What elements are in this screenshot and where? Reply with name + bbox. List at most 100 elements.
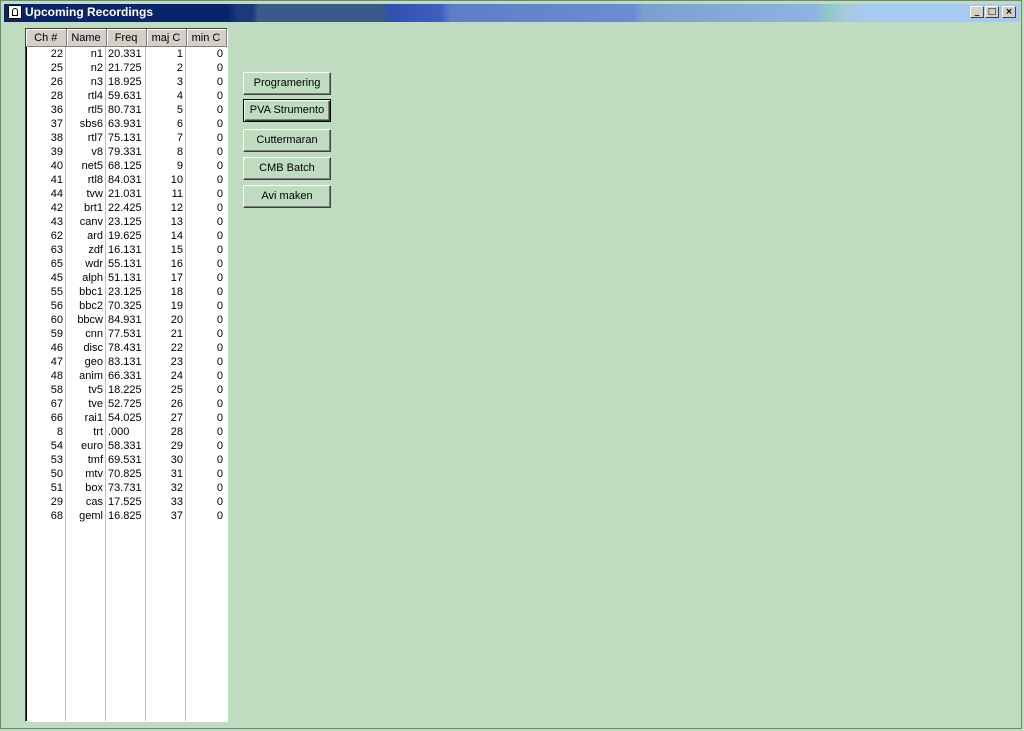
cell-name: sbs6 <box>79 118 103 130</box>
cell-name: canv <box>79 216 103 228</box>
table-row[interactable]: 67 tve 52.725 26 0 <box>26 397 226 411</box>
table-row[interactable]: 46 disc 78.431 22 0 <box>26 341 226 355</box>
cell-name: tvw <box>86 188 104 200</box>
table-row[interactable]: 8 trt .000 28 0 <box>26 425 226 439</box>
maximize-button[interactable]: □ <box>985 6 999 18</box>
title-bar[interactable]: Upcoming Recordings _ □ × <box>4 4 1020 22</box>
cell-ch: 58 <box>50 384 63 396</box>
table-row[interactable]: 58 tv5 18.225 25 0 <box>26 383 226 397</box>
cell-maj-c: 2 <box>176 62 183 74</box>
column-header-freq[interactable]: Freq <box>106 29 147 47</box>
table-row[interactable]: 54 euro 58.331 29 0 <box>26 439 226 453</box>
table-row[interactable]: 38 rtl7 75.131 7 0 <box>26 131 226 145</box>
cmb-batch-button[interactable]: CMB Batch <box>243 157 331 180</box>
cell-ch: 37 <box>50 118 63 130</box>
cell-freq: 63.931 <box>108 118 142 130</box>
close-button[interactable]: × <box>1002 6 1016 18</box>
cell-ch: 66 <box>50 412 63 424</box>
cell-name: bbc2 <box>79 300 103 312</box>
cell-freq: 23.125 <box>108 216 142 228</box>
table-row[interactable]: 44 tvw 21.031 11 0 <box>26 187 226 201</box>
cell-name: ard <box>87 230 103 242</box>
table-row[interactable]: 55 bbc1 23.125 18 0 <box>26 285 226 299</box>
cell-name: rtl7 <box>87 132 103 144</box>
channel-list[interactable]: Ch # Name Freq maj C min C 22 n1 20.331 1 0 2… <box>25 28 228 722</box>
table-row[interactable]: 42 brt1 22.425 12 0 <box>26 201 226 215</box>
table-row[interactable]: 48 anim 66.331 24 0 <box>26 369 226 383</box>
table-row[interactable]: 28 rtl4 59.631 4 0 <box>26 89 226 103</box>
cell-freq: 16.131 <box>108 244 142 256</box>
cell-min-c: 0 <box>216 468 223 480</box>
cell-ch: 42 <box>50 202 63 214</box>
cell-freq: 84.931 <box>108 314 142 326</box>
cell-min-c: 0 <box>216 342 223 354</box>
table-row[interactable]: 68 geml 16.825 37 0 <box>26 509 226 523</box>
cell-name: zdf <box>88 244 103 256</box>
table-row[interactable]: 56 bbc2 70.325 19 0 <box>26 299 226 313</box>
table-row[interactable]: 65 wdr 55.131 16 0 <box>26 257 226 271</box>
table-row[interactable]: 41 rtl8 84.031 10 0 <box>26 173 226 187</box>
column-header-min-c[interactable]: min C <box>186 29 227 47</box>
cell-freq: 51.131 <box>108 272 142 284</box>
cell-freq: 59.631 <box>108 90 142 102</box>
table-row[interactable]: 50 mtv 70.825 31 0 <box>26 467 226 481</box>
table-row[interactable]: 47 geo 83.131 23 0 <box>26 355 226 369</box>
minimize-button[interactable]: _ <box>970 6 984 18</box>
cell-ch: 22 <box>50 48 63 60</box>
cell-ch: 55 <box>50 286 63 298</box>
cell-min-c: 0 <box>216 62 223 74</box>
cell-ch: 65 <box>50 258 63 270</box>
table-row[interactable]: 63 zdf 16.131 15 0 <box>26 243 226 257</box>
cell-min-c: 0 <box>216 174 223 186</box>
cell-name: wdr <box>85 258 103 270</box>
table-row[interactable]: 37 sbs6 63.931 6 0 <box>26 117 226 131</box>
table-row[interactable]: 43 canv 23.125 13 0 <box>26 215 226 229</box>
table-row[interactable]: 59 cnn 77.531 21 0 <box>26 327 226 341</box>
table-row[interactable]: 62 ard 19.625 14 0 <box>26 229 226 243</box>
cell-freq: 79.331 <box>108 146 142 158</box>
table-row[interactable]: 40 net5 68.125 9 0 <box>26 159 226 173</box>
cell-ch: 36 <box>50 104 63 116</box>
table-row[interactable]: 26 n3 18.925 3 0 <box>26 75 226 89</box>
table-row[interactable]: 39 v8 79.331 8 0 <box>26 145 226 159</box>
cell-min-c: 0 <box>216 426 223 438</box>
cell-min-c: 0 <box>216 370 223 382</box>
table-row[interactable]: 60 bbcw 84.931 20 0 <box>26 313 226 327</box>
cell-min-c: 0 <box>216 76 223 88</box>
pva-strumento-button[interactable]: PVA Strumento <box>243 99 331 122</box>
table-row[interactable]: 45 alph 51.131 17 0 <box>26 271 226 285</box>
cell-min-c: 0 <box>216 230 223 242</box>
table-row[interactable]: 22 n1 20.331 1 0 <box>26 47 226 62</box>
cell-freq: 75.131 <box>108 132 142 144</box>
cell-ch: 63 <box>50 244 63 256</box>
cell-name: n3 <box>90 76 103 88</box>
cell-name: n1 <box>90 48 103 60</box>
cell-ch: 45 <box>50 272 63 284</box>
column-header-maj-c[interactable]: maj C <box>146 29 187 47</box>
app-icon[interactable] <box>8 5 22 19</box>
cell-name: rai1 <box>84 412 103 424</box>
cell-maj-c: 14 <box>170 230 183 242</box>
table-row[interactable]: 51 box 73.731 32 0 <box>26 481 226 495</box>
cell-freq: 23.125 <box>108 286 142 298</box>
cell-ch: 39 <box>50 146 63 158</box>
cell-ch: 51 <box>50 482 63 494</box>
column-header-ch[interactable]: Ch # <box>26 29 67 47</box>
programering-button[interactable]: Programering <box>243 72 331 95</box>
cell-freq: 66.331 <box>108 370 142 382</box>
cell-ch: 44 <box>50 188 63 200</box>
cuttermaran-button[interactable]: Cuttermaran <box>243 129 331 152</box>
avi-maken-button[interactable]: Avi maken <box>243 185 331 208</box>
cell-freq: 18.925 <box>108 76 142 88</box>
table-row[interactable]: 53 tmf 69.531 30 0 <box>26 453 226 467</box>
table-row[interactable]: 29 cas 17.525 33 0 <box>26 495 226 509</box>
cell-freq: 70.825 <box>108 468 142 480</box>
cell-name: alph <box>82 272 103 284</box>
table-row[interactable]: 36 rtl5 80.731 5 0 <box>26 103 226 117</box>
column-header-name[interactable]: Name <box>66 29 107 47</box>
cell-name: rtl4 <box>87 90 103 102</box>
table-row[interactable]: 25 n2 21.725 2 0 <box>26 61 226 75</box>
cell-maj-c: 10 <box>170 174 183 186</box>
cell-ch: 38 <box>50 132 63 144</box>
table-row[interactable]: 66 rai1 54.025 27 0 <box>26 411 226 425</box>
